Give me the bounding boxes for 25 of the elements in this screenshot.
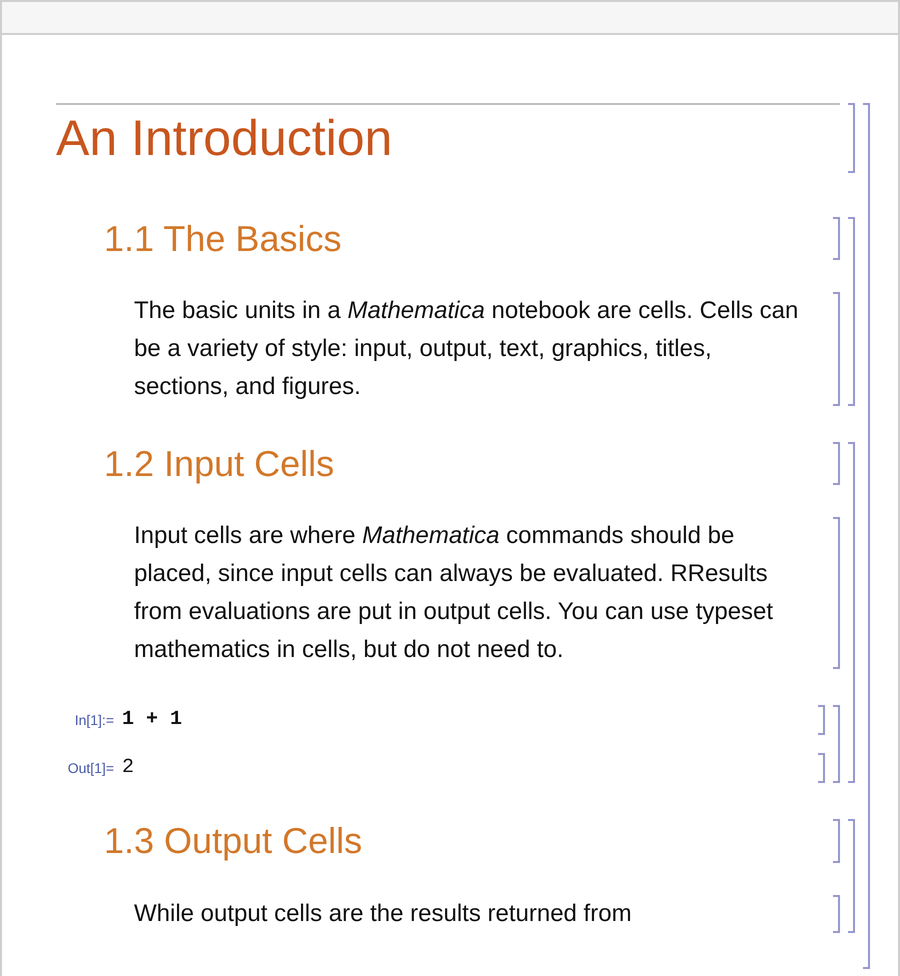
- group-bracket[interactable]: [833, 705, 840, 784]
- text-paragraph: Input cells are where Mathematica commands should be placed, since input cells can always be evaluated. RResults from evaluations are put in output cells. You can use typeset mathematics in cells, but do not need to.: [133, 521, 774, 666]
- cell-bracket[interactable]: [833, 442, 840, 486]
- notebook-title: An Introduction: [56, 103, 840, 173]
- group-bracket[interactable]: [848, 217, 855, 406]
- output-label: Out[1]=: [66, 758, 115, 778]
- section-heading: 1.2 Input Cells: [103, 442, 336, 486]
- cell-bracket[interactable]: [833, 819, 840, 863]
- cell-bracket[interactable]: [833, 292, 840, 406]
- group-bracket[interactable]: [863, 103, 870, 969]
- text-paragraph: While output cells are the results returned from: [133, 898, 633, 929]
- cell-bracket[interactable]: [833, 217, 840, 260]
- group-bracket[interactable]: [848, 442, 855, 784]
- section-heading: 1.1 The Basics: [103, 217, 342, 260]
- output-value: 2: [122, 755, 134, 782]
- text-paragraph: The basic units in a Mathematica notebook are cells. Cells can be a variety of style: input, output, text, graphics, titles, sections, and figures.: [133, 296, 800, 402]
- group-bracket[interactable]: [848, 819, 855, 933]
- input-label: In[1]:=: [74, 710, 115, 730]
- input-code: 1 + 1: [122, 707, 182, 734]
- cell-bracket[interactable]: [818, 753, 825, 784]
- cell-bracket[interactable]: [833, 517, 840, 670]
- section-heading: 1.3 Output Cells: [103, 819, 364, 863]
- cell-bracket[interactable]: [818, 705, 825, 736]
- cell-bracket[interactable]: [833, 894, 840, 933]
- cell-bracket[interactable]: [848, 103, 855, 173]
